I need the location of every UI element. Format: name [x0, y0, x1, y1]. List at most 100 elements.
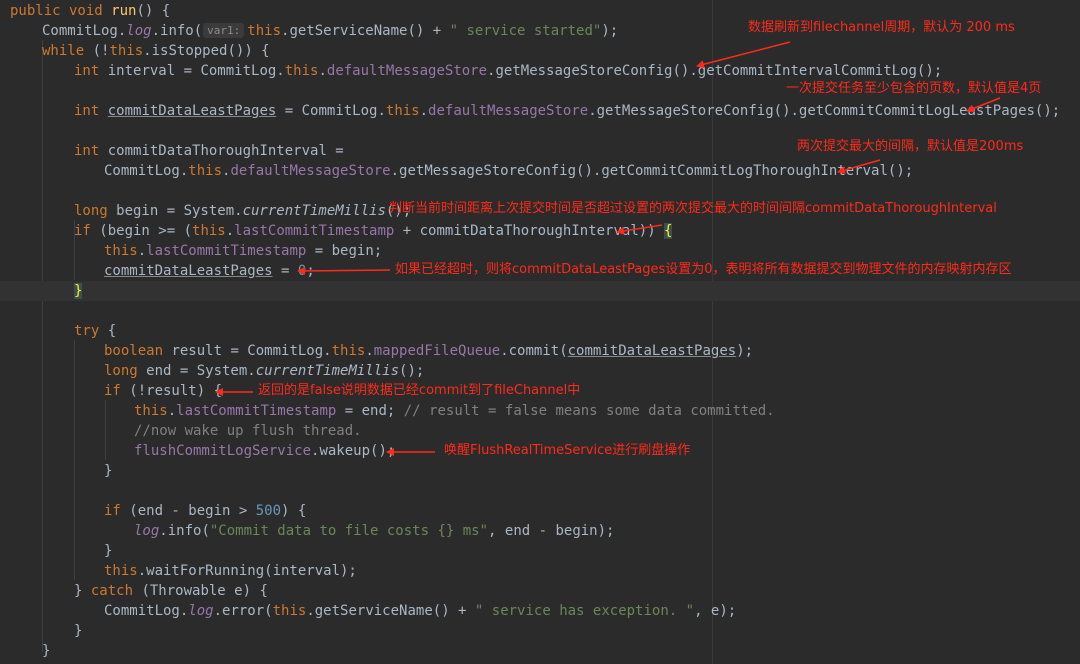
keyword: this — [331, 343, 366, 359]
code-text: (); — [399, 363, 425, 379]
annotation-commit-interval: 数据刷新到filechannel周期，默认为 200 ms — [748, 20, 1015, 35]
keyword: this — [188, 163, 223, 179]
code-text: = begin; — [306, 243, 383, 259]
code-text: .getServiceName() + — [281, 23, 450, 39]
code-line-2[interactable]: CommitLog.log.info(var1: this.getServiceN… — [42, 21, 618, 41]
keyword: boolean — [104, 343, 164, 359]
keyword: try — [74, 323, 100, 339]
code-editor[interactable]: public void run() { CommitLog.log.info(v… — [0, 0, 1080, 664]
keyword: this — [192, 223, 226, 239]
static-method: currentTimeMillis — [255, 363, 400, 379]
code-text: ); — [736, 343, 754, 359]
code-line-7[interactable]: CommitLog.this.defaultMessageStore.getMe… — [104, 161, 913, 181]
code-text: .getMessageStoreConfig().getCommitInterv… — [487, 63, 943, 79]
code-line-26[interactable]: CommitLog.log.error(this.getServiceName(… — [104, 601, 736, 621]
code-text: (begin >= ( — [90, 223, 193, 239]
keyword: int — [74, 103, 100, 119]
indent-guide — [105, 400, 106, 460]
keyword: this — [385, 103, 420, 119]
keyword: this — [109, 43, 144, 59]
code-line-24[interactable]: this.waitForRunning(interval); — [104, 561, 357, 581]
string-literal: " service started" — [449, 23, 602, 39]
code-text: . — [167, 403, 177, 419]
code-text: commitDataThoroughInterval = — [99, 143, 344, 159]
code-text: interval = CommitLog. — [99, 63, 285, 79]
static-method: currentTimeMillis — [242, 203, 386, 219]
code-line-27[interactable]: } — [74, 621, 82, 641]
annotation-reset-pages: 如果已经超时，则将commitDataLeastPages设置为0，表明将所有数… — [395, 262, 1012, 277]
code-text: . — [419, 103, 429, 119]
code-line-19[interactable]: flushCommitLogService.wakeup(); — [134, 441, 395, 461]
indent-guide — [74, 340, 75, 580]
keyword: this — [134, 403, 168, 419]
code-text: = — [272, 263, 298, 279]
code-text: .getMessageStoreConfig().getCommitCommit… — [390, 163, 914, 179]
code-line-18[interactable]: //now wake up flush thread. — [134, 421, 362, 441]
code-line-9[interactable]: if (begin >= (this.lastCommitTimestamp +… — [74, 221, 673, 241]
code-text: .getMessageStoreConfig().getCommitCommit… — [588, 103, 1061, 119]
code-line-6[interactable]: int commitDataThoroughInterval = — [74, 141, 344, 161]
annotation-thorough-interval: 两次提交最大的间隔，默认值是200ms — [797, 139, 1024, 154]
code-text: + commitDataThoroughInterval)) — [394, 223, 665, 239]
keyword: int — [74, 63, 100, 79]
code-text: } — [74, 623, 83, 639]
code-line-25[interactable]: } catch (Throwable e) { — [74, 581, 268, 601]
keyword: this — [284, 63, 319, 79]
code-line-13[interactable]: try { — [74, 321, 116, 341]
code-line-23[interactable]: } — [104, 541, 112, 561]
code-line-4[interactable]: int interval = CommitLog.this.defaultMes… — [74, 61, 942, 81]
code-line-10[interactable]: this.lastCommitTimestamp = begin; — [104, 241, 382, 261]
code-text: .waitForRunning(interval); — [137, 563, 357, 579]
code-line-22[interactable]: log.info("Commit data to file costs {} m… — [134, 521, 614, 541]
keyword: if — [104, 383, 121, 399]
field: defaultMessageStore — [230, 163, 391, 179]
code-text: (! — [84, 43, 110, 59]
keyword: this — [247, 23, 282, 39]
code-line-21[interactable]: if (end - begin > 500) { — [104, 501, 306, 521]
annotation-wakeup-flush: 唤醒FlushRealTimeService进行刷盘操作 — [444, 443, 691, 458]
code-text: (!result) { — [120, 383, 223, 399]
code-line-16[interactable]: if (!result) { — [104, 381, 222, 401]
field: defaultMessageStore — [428, 103, 589, 119]
code-line-15[interactable]: long end = System.currentTimeMillis(); — [104, 361, 424, 381]
number-literal: 500 — [255, 503, 282, 519]
field: lastCommitTimestamp — [146, 243, 307, 259]
parameter-hint: var1: — [203, 23, 245, 38]
field: defaultMessageStore — [326, 63, 488, 79]
code-text: .commit( — [500, 343, 568, 359]
code-text: .isStopped()) { — [143, 43, 270, 59]
code-text: } — [74, 583, 91, 599]
code-text: ; — [306, 263, 315, 279]
code-line-14[interactable]: boolean result = CommitLog.this.mappedFi… — [104, 341, 753, 361]
code-text: . — [365, 343, 374, 359]
method-name: run — [111, 3, 137, 19]
code-text: . — [225, 223, 235, 239]
code-line-3[interactable]: while (!this.isStopped()) { — [42, 41, 270, 61]
keyword: while — [42, 43, 85, 59]
code-text: ); — [601, 23, 619, 39]
code-text: ) { — [281, 503, 307, 519]
code-text: . — [318, 63, 327, 79]
keyword: catch — [90, 583, 134, 599]
comment: //now wake up flush thread. — [134, 423, 362, 439]
code-line-17[interactable]: this.lastCommitTimestamp = end; // resul… — [134, 401, 775, 421]
code-text: } — [104, 463, 113, 479]
field: mappedFileQueue — [373, 343, 501, 359]
code-text: , end - begin); — [488, 523, 615, 539]
code-text: CommitLog. — [104, 163, 189, 179]
static-field: log — [188, 603, 214, 619]
field: lastCommitTimestamp — [234, 223, 395, 239]
code-line-28[interactable]: } — [42, 641, 50, 661]
code-line-1[interactable]: public void run() { — [10, 1, 170, 21]
code-line-5[interactable]: int commitDataLeastPages = CommitLog.thi… — [74, 101, 1060, 121]
code-line-12[interactable]: } — [74, 281, 83, 301]
code-line-8[interactable]: long begin = System.currentTimeMillis(); — [74, 201, 411, 221]
field: flushCommitLogService — [134, 443, 312, 459]
code-line-20[interactable]: } — [104, 461, 112, 481]
code-line-11[interactable]: commitDataLeastPages = 0; — [104, 261, 315, 281]
string-literal: "Commit data to file costs {} ms" — [209, 523, 489, 539]
code-text: = CommitLog. — [276, 103, 386, 119]
code-text: .wakeup(); — [311, 443, 396, 459]
code-text: (end - begin > — [120, 503, 256, 519]
code-text: () { — [136, 3, 171, 19]
